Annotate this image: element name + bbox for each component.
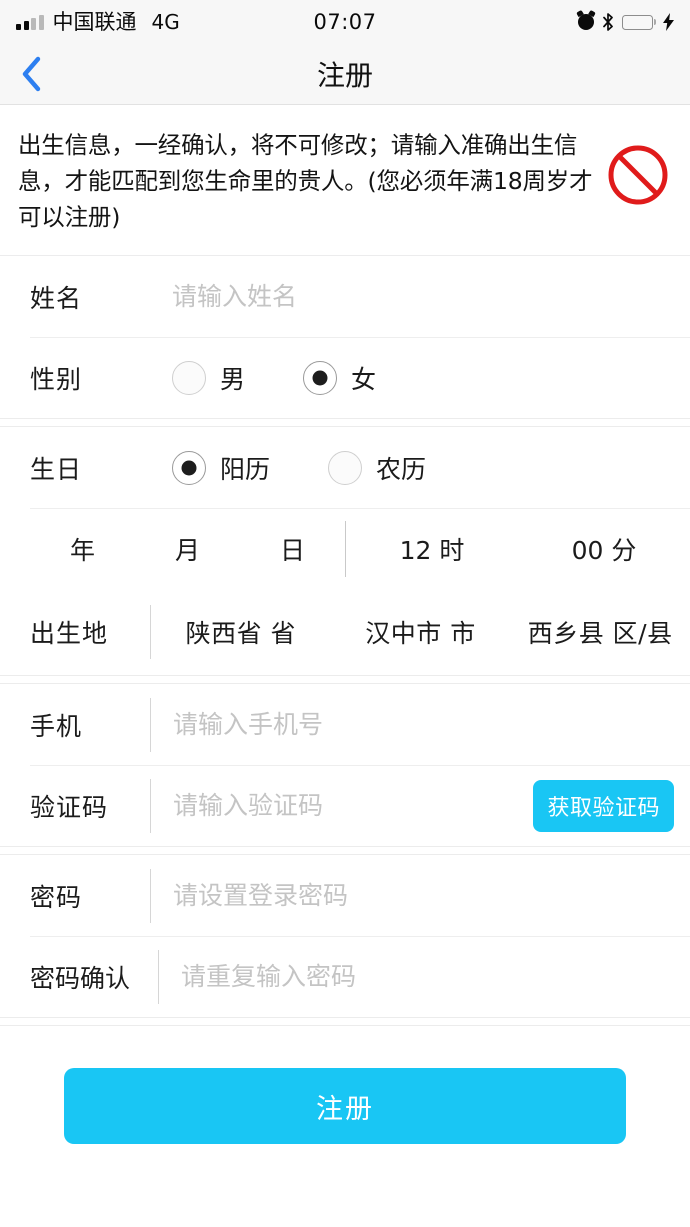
gender-female-label: 女: [351, 364, 377, 394]
row-password: 密码: [0, 855, 690, 936]
birthplace-district-select[interactable]: 西乡县 区/县: [510, 614, 690, 650]
row-name: 姓名: [0, 256, 690, 337]
gender-male-label: 男: [220, 364, 246, 394]
name-label: 姓名: [30, 283, 83, 313]
birth-hour-select[interactable]: 12 时: [346, 531, 518, 567]
get-verify-code-button[interactable]: 获取验证码: [533, 779, 674, 832]
password-label: 密码: [30, 882, 83, 912]
submit-area: 注册: [0, 1026, 690, 1144]
bluetooth-icon: [603, 13, 613, 31]
birthplace-province-select[interactable]: 陕西省 省: [151, 614, 331, 650]
birth-section: 生日 阳历 农历 年 月 日 12 时 00 分 出生地 陕西省 省 汉中市 市…: [0, 427, 690, 675]
birth-minute-select[interactable]: 00 分: [518, 531, 690, 567]
row-gender: 性别 男 女: [0, 337, 690, 418]
row-password-confirm: 密码确认: [0, 936, 690, 1017]
no-entry-icon: [608, 145, 668, 205]
calendar-solar-label: 阳历: [220, 454, 271, 484]
row-phone: 手机: [0, 684, 690, 765]
verify-code-label: 验证码: [30, 792, 109, 822]
birthplace-label: 出生地: [30, 619, 109, 648]
chevron-left-icon: [22, 56, 41, 92]
gender-option-male[interactable]: 男: [172, 360, 245, 396]
birthplace-select-group: 陕西省 省 汉中市 市 西乡县 区/县: [151, 589, 690, 675]
alarm-icon: [578, 14, 594, 30]
section-divider-4: [0, 1017, 690, 1026]
password-input[interactable]: [151, 855, 690, 936]
charging-bolt-icon: [663, 13, 674, 31]
radio-male-icon: [172, 360, 206, 395]
section-divider-3: [0, 846, 690, 855]
password-confirm-input[interactable]: [159, 936, 690, 1017]
carrier-name: 中国联通: [52, 9, 137, 34]
radio-lunar-icon: [328, 450, 363, 485]
calendar-lunar-label: 农历: [376, 454, 427, 484]
register-submit-button[interactable]: 注册: [64, 1068, 626, 1144]
radio-female-icon: [303, 360, 338, 395]
page-title: 注册: [316, 59, 373, 92]
notice-text: 出生信息，一经确认，将不可修改；请输入准确出生信息，才能匹配到您生命里的贵人。(…: [18, 131, 593, 231]
calendar-option-solar[interactable]: 阳历: [172, 450, 270, 486]
status-bar: 中国联通 4G 07:07: [0, 0, 690, 44]
password-confirm-label: 密码确认: [30, 963, 131, 993]
identity-section: 姓名 性别 男 女: [0, 256, 690, 418]
registration-screen: 中国联通 4G 07:07 注册 出生信息，一经确认，将不可修改；请输入准确出生…: [0, 0, 690, 1227]
row-birthday: 生日 阳历 农历: [0, 427, 690, 508]
calendar-option-lunar[interactable]: 农历: [328, 450, 426, 486]
row-birth-datetime: 年 月 日 12 时 00 分: [0, 508, 690, 589]
section-divider-2: [0, 675, 690, 684]
signal-strength-icon: [16, 14, 44, 30]
phone-label: 手机: [30, 711, 83, 741]
gender-label: 性别: [30, 364, 83, 394]
back-button[interactable]: [0, 44, 62, 104]
section-divider-1: [0, 418, 690, 427]
birth-year-select[interactable]: 年: [30, 531, 135, 567]
birth-month-select[interactable]: 月: [135, 531, 240, 567]
gender-radio-group: 男 女: [150, 360, 690, 396]
gender-option-female[interactable]: 女: [303, 360, 376, 396]
contact-section: 手机 验证码 获取验证码: [0, 684, 690, 846]
birthplace-city-select[interactable]: 汉中市 市: [331, 614, 511, 650]
verify-code-input[interactable]: [151, 765, 534, 846]
phone-input[interactable]: [151, 684, 690, 765]
navigation-bar: 注册: [0, 44, 690, 105]
birth-day-select[interactable]: 日: [240, 531, 345, 567]
calendar-radio-group: 阳历 农历: [150, 450, 690, 486]
status-bar-left: 中国联通 4G: [16, 9, 180, 34]
battery-icon: [622, 14, 653, 30]
date-picker-group: 年 月 日: [30, 531, 345, 567]
row-verify-code: 验证码 获取验证码: [0, 765, 690, 846]
row-birthplace: 出生地 陕西省 省 汉中市 市 西乡县 区/县: [0, 589, 690, 675]
status-bar-right: [578, 13, 674, 31]
network-type: 4G: [151, 10, 180, 34]
birthday-label: 生日: [30, 454, 83, 484]
time-picker-group: 12 时 00 分: [346, 531, 690, 567]
password-section: 密码 密码确认: [0, 855, 690, 1017]
radio-solar-icon: [172, 450, 206, 485]
birth-info-notice: 出生信息，一经确认，将不可修改；请输入准确出生信息，才能匹配到您生命里的贵人。(…: [0, 105, 690, 256]
name-input[interactable]: [150, 256, 690, 337]
